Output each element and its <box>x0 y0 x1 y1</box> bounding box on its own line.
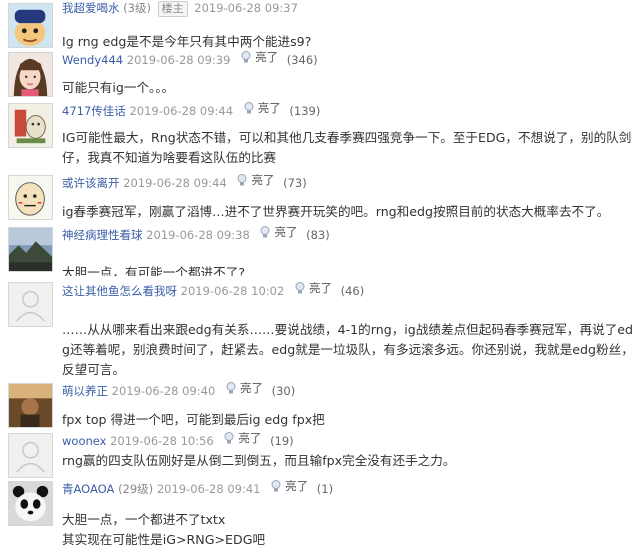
like-count: (30) <box>271 384 296 398</box>
lightbulb-icon <box>269 479 283 493</box>
post-content: 大胆一点，一个都进不了txtx 其实现在可能性是iG>RNG>EDG吧 <box>62 512 266 547</box>
post-item: Wendy444 2019-06-28 09:39 亮了 (346) 可能只有i… <box>0 49 640 100</box>
like-count: (46) <box>340 284 365 298</box>
photo-avatar-image <box>9 384 52 427</box>
avatar[interactable] <box>8 3 53 48</box>
like-label: 亮了 <box>251 173 275 187</box>
like-label: 亮了 <box>308 281 332 295</box>
like-label: 亮了 <box>257 101 281 115</box>
post-time: 2019-06-28 09:41 <box>156 482 261 496</box>
like-label: 亮了 <box>285 479 309 493</box>
like-button[interactable]: 亮了 <box>222 430 261 446</box>
username[interactable]: 我超爱喝水 <box>62 1 120 15</box>
like-count: (19) <box>270 434 294 448</box>
username[interactable]: 神经病理性看球 <box>62 228 143 242</box>
username[interactable]: 或许该离开 <box>62 176 120 190</box>
like-count: (139) <box>289 104 321 118</box>
like-label: 亮了 <box>239 381 263 395</box>
post-item: woonex 2019-06-28 10:56 亮了 (19) rng赢的四支队… <box>0 430 640 478</box>
username[interactable]: woonex <box>62 434 106 448</box>
like-button[interactable]: 亮了 <box>239 49 278 65</box>
avatar[interactable] <box>8 103 53 148</box>
lightbulb-icon <box>235 173 249 187</box>
post-time: 2019-06-28 09:44 <box>123 176 227 190</box>
avatar[interactable] <box>8 433 53 478</box>
cartoon-avatar-image <box>9 4 52 47</box>
like-button[interactable]: 亮了 <box>242 100 281 116</box>
like-button[interactable]: 亮了 <box>224 380 263 396</box>
user-level: (29级) <box>118 482 154 496</box>
lightbulb-icon <box>242 101 256 115</box>
post-content: 大胆一点，有可能一个都进不了? <box>62 265 245 276</box>
post-content: IG可能性最大，Rng状态不错，可以和其他几支春季赛四强竞争一下。至于EDG，不… <box>62 130 632 165</box>
username[interactable]: 这让其他鱼怎么看我呀 <box>62 284 177 298</box>
post-item: 神经病理性看球 2019-06-28 09:38 亮了 (83) 大胆一点，有可… <box>0 224 640 276</box>
default-avatar-image <box>9 283 52 326</box>
like-count: (73) <box>283 176 307 190</box>
like-count: (83) <box>306 228 330 242</box>
like-label: 亮了 <box>238 431 262 445</box>
post-item: 或许该离开 2019-06-28 09:44 亮了 (73) ig春季赛冠军，刚… <box>0 172 640 224</box>
post-time: 2019-06-28 09:37 <box>194 1 298 15</box>
default-avatar-image <box>9 434 52 477</box>
like-count: (346) <box>286 53 318 67</box>
user-level: (3级) <box>123 1 151 15</box>
owner-badge: 楼主 <box>157 1 188 17</box>
username[interactable]: 青AOAOA <box>62 482 114 496</box>
post-item: 青AOAOA (29级) 2019-06-28 09:41 亮了 (1) 大胆一… <box>0 478 640 548</box>
panda-avatar-image <box>9 482 52 525</box>
like-button[interactable]: 亮了 <box>293 280 332 296</box>
username[interactable]: 萌以养正 <box>62 384 108 398</box>
post-content: ig春季赛冠军，刚赢了滔博…进不了世界赛开玩笑的吧。rng和edg按照目前的状态… <box>62 204 610 219</box>
cartoon-avatar-image <box>9 176 52 219</box>
post-item: 这让其他鱼怎么看我呀 2019-06-28 10:02 亮了 (46) ……从从… <box>0 278 640 380</box>
avatar[interactable] <box>8 52 53 97</box>
post-content: fpx top 得进一个吧，可能到最后ig edg fpx把 <box>62 412 325 427</box>
lightbulb-icon <box>224 381 238 395</box>
landscape-avatar-image <box>9 228 52 271</box>
post-time: 2019-06-28 10:02 <box>180 284 285 298</box>
avatar[interactable] <box>8 383 53 428</box>
username[interactable]: Wendy444 <box>62 53 123 67</box>
post-item: 萌以养正 2019-06-28 09:40 亮了 (30) fpx top 得进… <box>0 380 640 430</box>
like-button[interactable]: 亮了 <box>269 478 308 494</box>
lightbulb-icon <box>239 50 253 64</box>
lightbulb-icon <box>293 281 307 295</box>
girl-avatar-image <box>9 53 52 96</box>
post-time: 2019-06-28 10:56 <box>110 434 214 448</box>
avatar[interactable] <box>8 227 53 272</box>
lightbulb-icon <box>258 225 272 239</box>
post-content: 可能只有ig一个。。。 <box>62 80 175 95</box>
post-content: ……从从哪来看出来跟edg有关系……要说战绩，4-1的rng，ig战绩差点但起码… <box>62 322 634 377</box>
avatar[interactable] <box>8 282 53 327</box>
username[interactable]: 4717传佳话 <box>62 104 126 118</box>
avatar[interactable] <box>8 175 53 220</box>
like-button[interactable]: 亮了 <box>235 172 274 188</box>
cartoon-avatar-image <box>9 104 52 147</box>
post-content: rng赢的四支队伍刚好是从倒二到倒五，而且输fpx完全没有还手之力。 <box>62 453 456 468</box>
post-time: 2019-06-28 09:44 <box>129 104 234 118</box>
like-label: 亮了 <box>255 50 279 64</box>
like-button[interactable]: 亮了 <box>258 224 297 240</box>
post-time: 2019-06-28 09:39 <box>126 53 231 67</box>
like-label: 亮了 <box>274 225 298 239</box>
like-count: (1) <box>316 482 334 496</box>
avatar[interactable] <box>8 481 53 526</box>
post-time: 2019-06-28 09:38 <box>146 228 250 242</box>
post-item: 4717传佳话 2019-06-28 09:44 亮了 (139) IG可能性最… <box>0 100 640 172</box>
lightbulb-icon <box>222 431 236 445</box>
post-time: 2019-06-28 09:40 <box>111 384 216 398</box>
comment-thread: 我超爱喝水 (3级) 楼主 2019-06-28 09:37 Ig rng ed… <box>0 0 640 548</box>
